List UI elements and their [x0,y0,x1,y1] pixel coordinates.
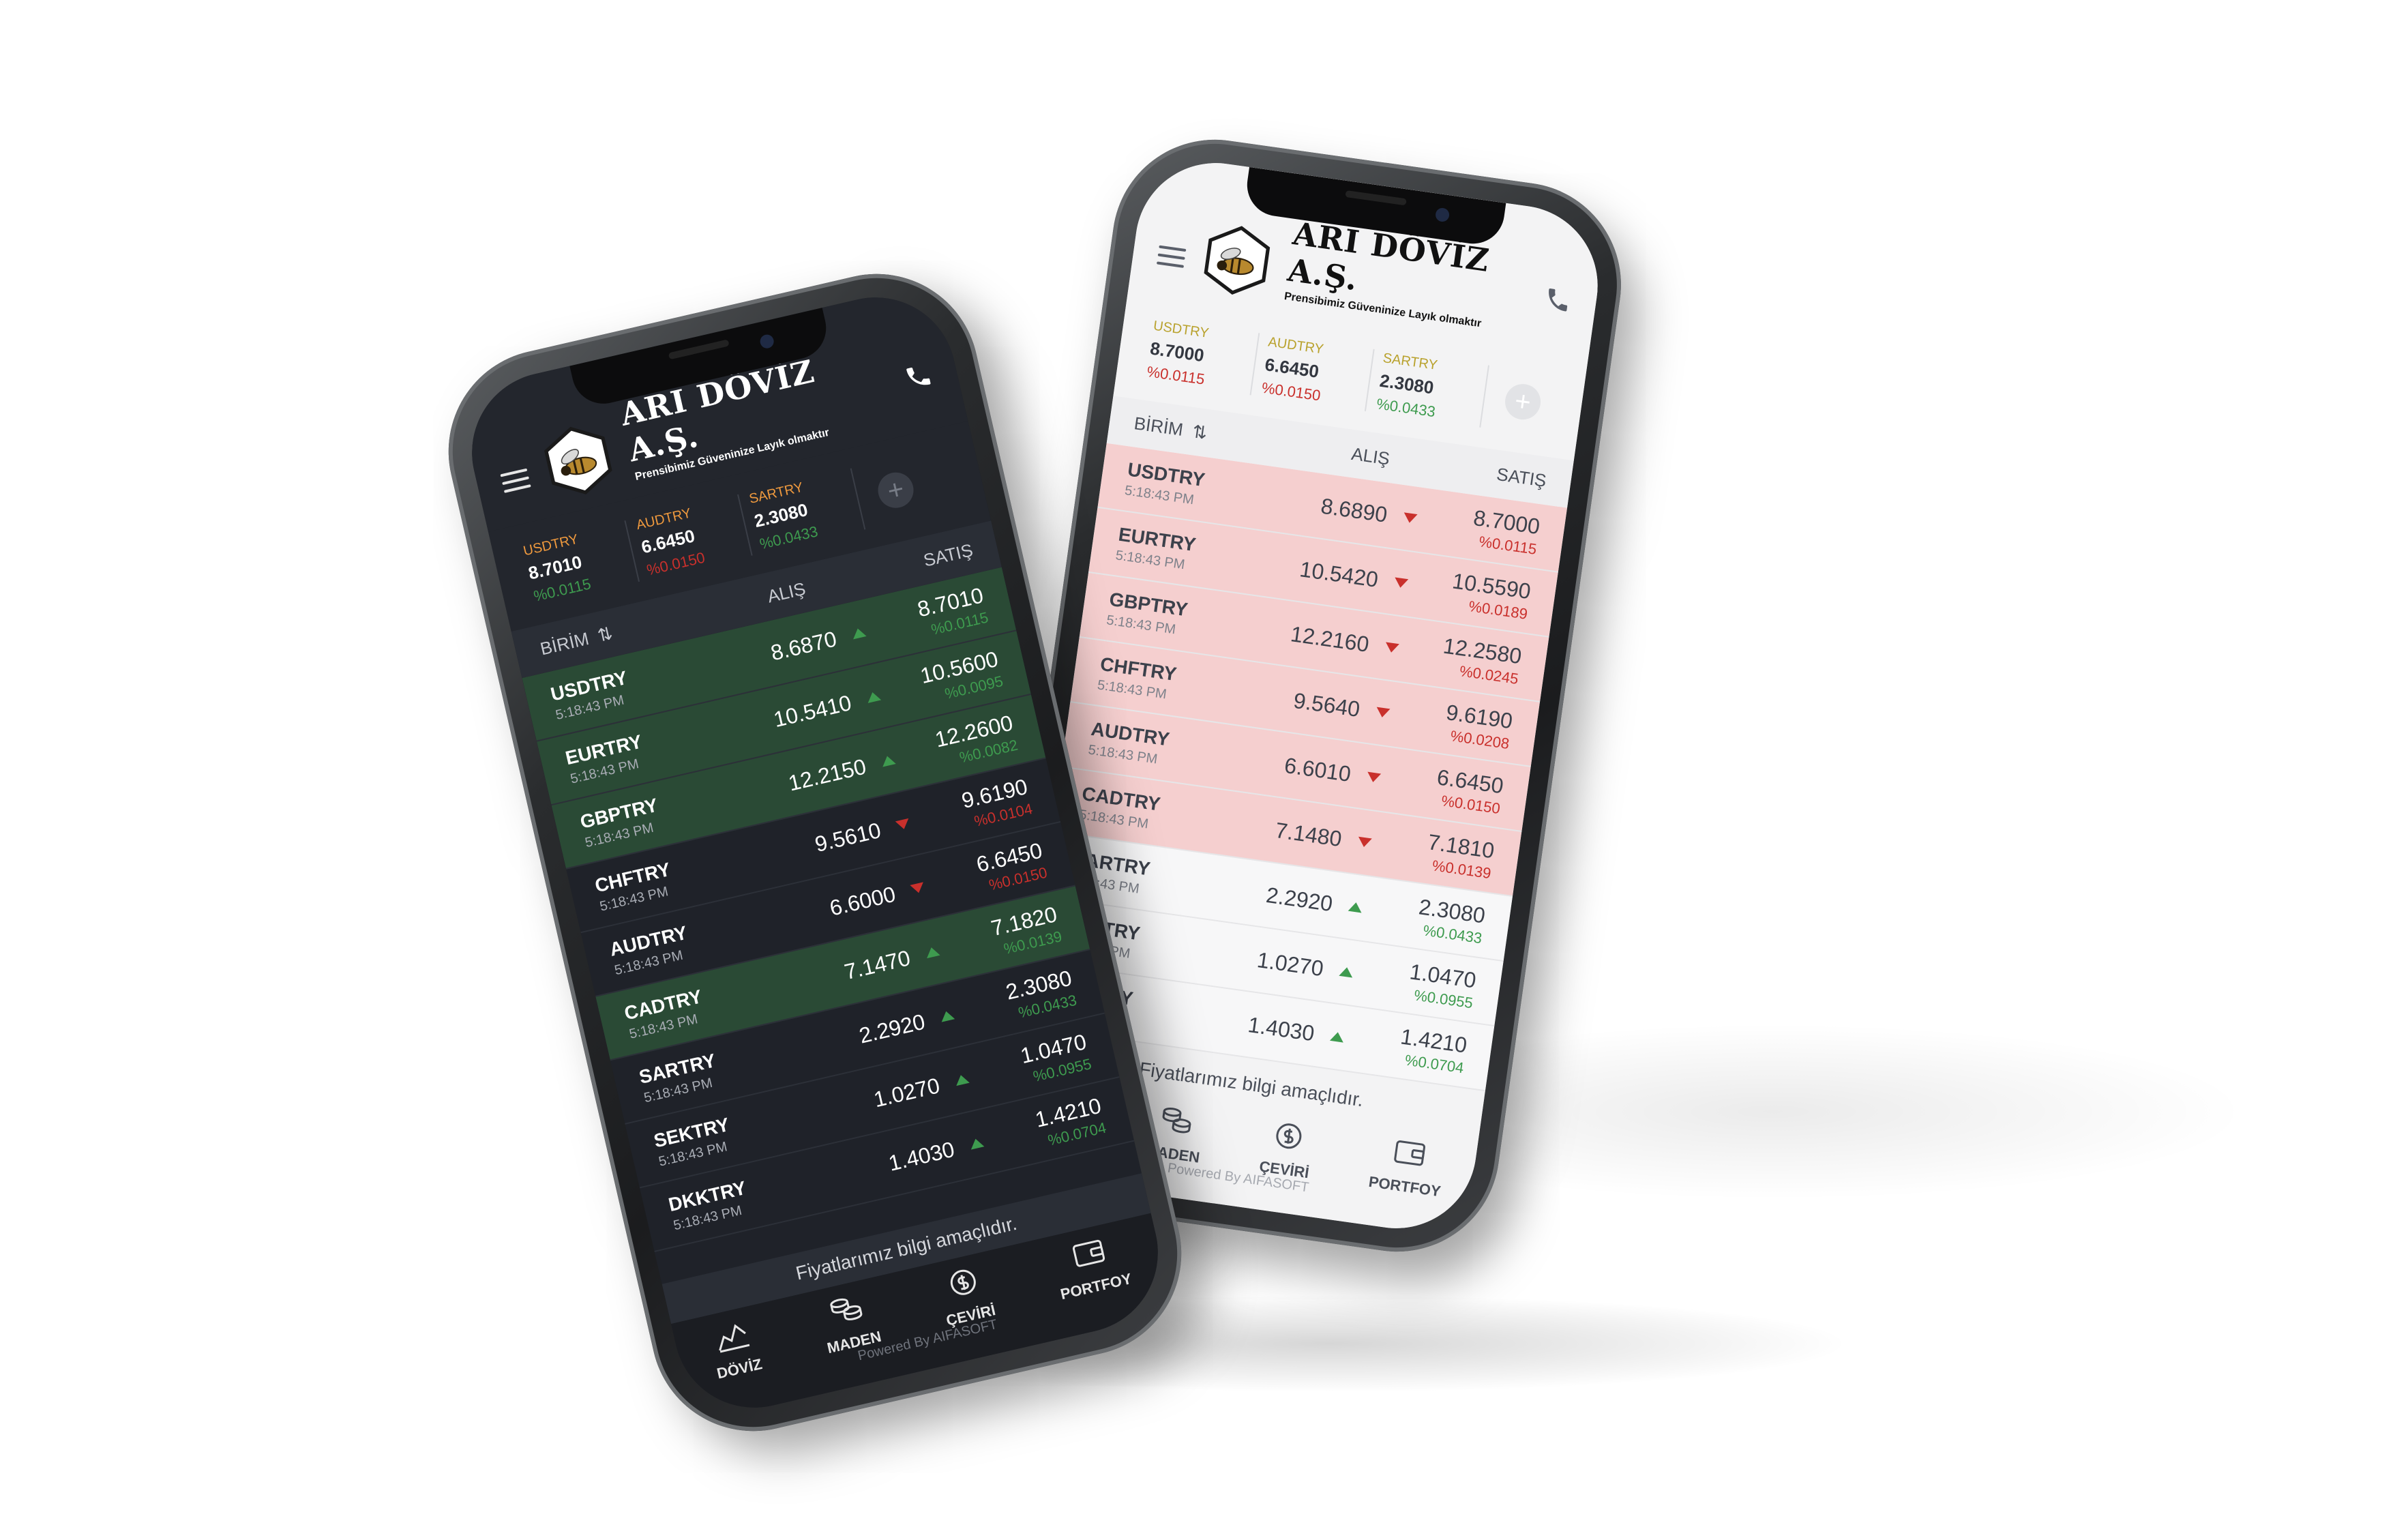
trend-arrow-icon [1369,706,1397,719]
trend-arrow-icon [918,945,947,960]
menu-icon[interactable] [500,468,531,493]
ticker-item-sartry[interactable]: SARTRY 2.3080 %0.0433 [738,468,866,556]
buy-price: 8.6870 [768,625,839,666]
sell-cell: 7.1810 %0.0139 [1375,823,1496,883]
trend-arrow-icon [933,1008,962,1024]
trend-arrow-icon [1350,835,1379,848]
add-ticker-button[interactable]: + [874,469,917,512]
trend-arrow-icon [889,817,917,833]
menu-icon[interactable] [1156,245,1187,268]
dark-app: ARI DÖVİZ A.Ş. Prensibimiz Güveninize La… [456,281,1174,1424]
trend-arrow-icon [1387,576,1416,589]
nav-item-çevi̇ri̇[interactable]: ÇEVİRİ [1258,1117,1316,1182]
buy-price: 1.4030 [886,1136,957,1176]
phone-call-icon[interactable] [902,360,935,393]
trend-arrow-icon [1396,512,1425,524]
buy-price: 12.2160 [1289,621,1371,657]
trend-arrow-icon [947,1072,976,1088]
wallet-icon [1389,1135,1429,1175]
dark-phone-screen: ARI DÖVİZ A.Ş. Prensibimiz Güveninize La… [456,281,1174,1424]
trend-arrow-icon [904,880,932,896]
currency-cell: USDTRY 5:18:43 PM [1124,458,1278,519]
buy-price: 6.6000 [827,881,898,921]
buy-price: 1.0270 [871,1072,942,1112]
trend-arrow-icon [962,1136,991,1151]
sell-cell: 8.7000 %0.0115 [1421,498,1541,558]
sell-cell: 1.4210 %0.0704 [1348,1017,1469,1077]
buy-price: 9.5610 [812,817,883,857]
wallet-icon [1068,1234,1110,1277]
ticker-item-sartry[interactable]: SARTRY 2.3080 %0.0433 [1365,349,1490,428]
trend-arrow-icon [1359,771,1388,784]
sort-icon[interactable]: ⇅ [595,622,614,646]
buy-price: 10.5420 [1298,556,1380,592]
col-unit[interactable]: BİRİM [538,628,591,660]
buy-price: 2.2920 [857,1009,927,1048]
coins-icon [1157,1102,1197,1142]
currency-cell: GBPTRY 5:18:43 PM [1105,588,1260,649]
buy-price: 7.1470 [842,945,913,984]
sell-cell: 6.6450 %0.0150 [1384,758,1505,818]
ticker-item-usdtry[interactable]: USDTRY 8.7010 %0.0115 [512,520,640,608]
ticker-item-usdtry[interactable]: USDTRY 8.7000 %0.0115 [1136,316,1260,396]
buy-price: 2.2920 [1264,882,1335,916]
bee-logo-icon [535,418,621,503]
ticker-item-audtry[interactable]: AUDTRY 6.6450 %0.0150 [625,494,753,582]
buy-price: 1.4030 [1246,1011,1316,1046]
buy-price: 9.5640 [1292,687,1362,722]
sell-cell: 12.2580 %0.0245 [1402,627,1524,687]
sell-cell: 1.0470 %0.0955 [1356,952,1478,1012]
trend-arrow-icon [844,625,873,641]
rate-table: USDTRY 5:18:43 PM 8.6870 8.7010 %0.0115 EURTR… [522,567,1142,1284]
col-buy: ALIŞ [1350,443,1391,469]
exchange-icon [942,1263,985,1305]
buy-price: 12.2150 [786,753,869,796]
sell-cell: 10.5590 %0.0189 [1412,563,1532,623]
sell-cell: 9.6190 %0.0208 [1393,693,1514,753]
ticker-item-audtry[interactable]: AUDTRY 6.6450 %0.0150 [1251,333,1375,412]
buy-price: 6.6010 [1283,752,1353,786]
trend-arrow-icon [859,690,888,705]
currency-cell: CADTRY 5:18:43 PM [1078,782,1232,843]
currency-cell: AUDTRY 5:18:43 PM [1087,717,1241,778]
coins-icon [826,1290,868,1332]
trend-arrow-icon [1341,900,1370,913]
buy-price: 8.6890 [1319,493,1389,527]
trend-arrow-icon [1332,965,1361,978]
chart-icon [711,1316,754,1359]
buy-price: 7.1480 [1273,817,1343,851]
phone-call-icon[interactable] [1543,284,1573,315]
buy-price: 10.5410 [771,690,854,732]
buy-price: 1.0270 [1255,947,1326,981]
add-ticker-button[interactable]: + [1502,381,1543,422]
bee-logo-icon [1197,220,1277,300]
trend-arrow-icon [1323,1031,1352,1043]
trend-arrow-icon [1378,641,1406,654]
col-unit[interactable]: BİRİM [1133,413,1185,441]
col-sell: SATIŞ [1495,463,1548,491]
currency-cell: CHFTRY 5:18:43 PM [1097,653,1251,713]
mockup-stage: ARI DÖVİZ A.Ş. Prensibimiz Güveninize La… [0,0,2393,1540]
sell-cell: 2.3080 %0.0433 [1366,887,1487,947]
exchange-icon [1268,1118,1309,1158]
trend-arrow-icon [874,753,902,769]
sort-icon[interactable]: ⇅ [1191,421,1209,444]
currency-cell: EURTRY 5:18:43 PM [1114,523,1268,584]
